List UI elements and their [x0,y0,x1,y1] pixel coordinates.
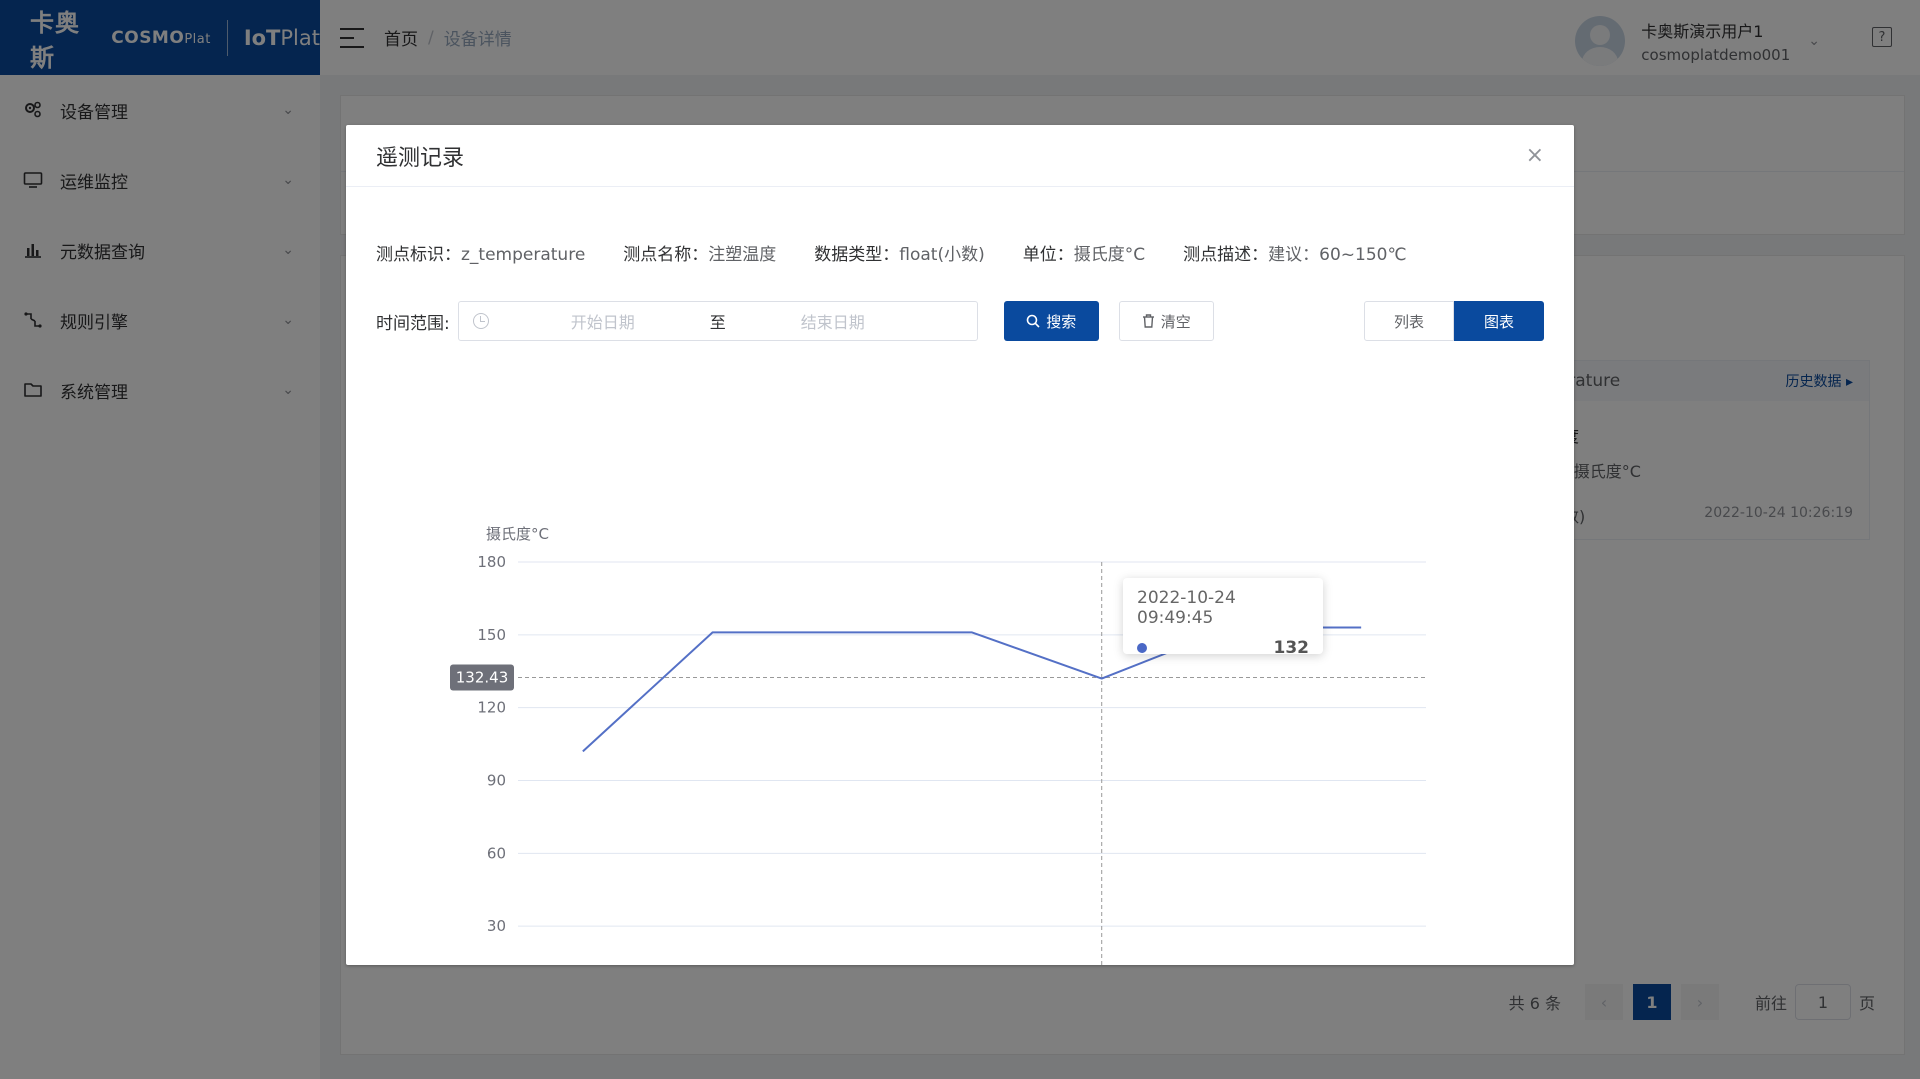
dialog-title: 遥测记录 [376,145,465,171]
y-tick-label: 60 [487,844,506,862]
info-data-type: 数据类型：float(小数) [814,245,985,265]
info-description: 测点描述：建议：60~150℃ [1183,245,1407,265]
date-range-picker[interactable]: 开始日期 至 结束日期 [457,301,978,341]
axis-pointer-y-label: 132.43 [456,668,509,686]
trash-icon [1142,314,1155,328]
chart-tooltip: 2022-10-24 09:49:45 132 [1123,578,1323,658]
start-date-input[interactable]: 开始日期 [503,309,703,333]
clear-button-label: 清空 [1160,312,1191,331]
y-tick-label: 120 [477,699,506,717]
info-unit: 单位：摄氏度°C [1022,245,1146,265]
search-button[interactable]: 搜索 [1003,301,1099,341]
tooltip-time: 2022-10-24 09:49:45 [1137,588,1236,628]
search-icon [1026,314,1040,328]
view-toggle: 列表 图表 [1364,301,1544,341]
clock-icon [472,313,489,329]
time-range-label: 时间范围: [376,313,450,334]
clear-button[interactable]: 清空 [1118,301,1214,341]
tab-list-view[interactable]: 列表 [1364,301,1454,341]
search-button-label: 搜索 [1046,312,1077,331]
tab-chart-view[interactable]: 图表 [1454,301,1544,341]
telemetry-records-dialog: 遥测记录 × 测点标识：z_temperature 测点名称：注塑温度 数据类型… [346,125,1574,1073]
telemetry-chart[interactable]: 0306090120150180摄氏度°C2022-10-24 09:48:27… [346,385,1574,1073]
y-tick-label: 180 [477,553,506,571]
y-tick-label: 150 [477,626,506,644]
y-axis-label: 摄氏度°C [486,525,549,543]
series-marker-icon [1137,643,1147,653]
date-range-separator: 至 [709,313,726,332]
end-date-input[interactable]: 结束日期 [733,309,933,333]
filter-row: 时间范围: 开始日期 至 结束日期 搜索 清空 [376,301,1214,341]
info-point-name: 测点名称：注塑温度 [623,245,777,265]
info-point-id: 测点标识：z_temperature [376,245,586,265]
y-tick-label: 30 [487,917,506,935]
chart-svg[interactable]: 0306090120150180摄氏度°C2022-10-24 09:48:27… [346,385,1574,1073]
y-tick-label: 90 [487,772,506,790]
tooltip-value: 132 [1273,638,1310,658]
point-info-row: 测点标识：z_temperature 测点名称：注塑温度 数据类型：float(… [376,240,1445,265]
close-icon[interactable]: × [1526,143,1544,168]
